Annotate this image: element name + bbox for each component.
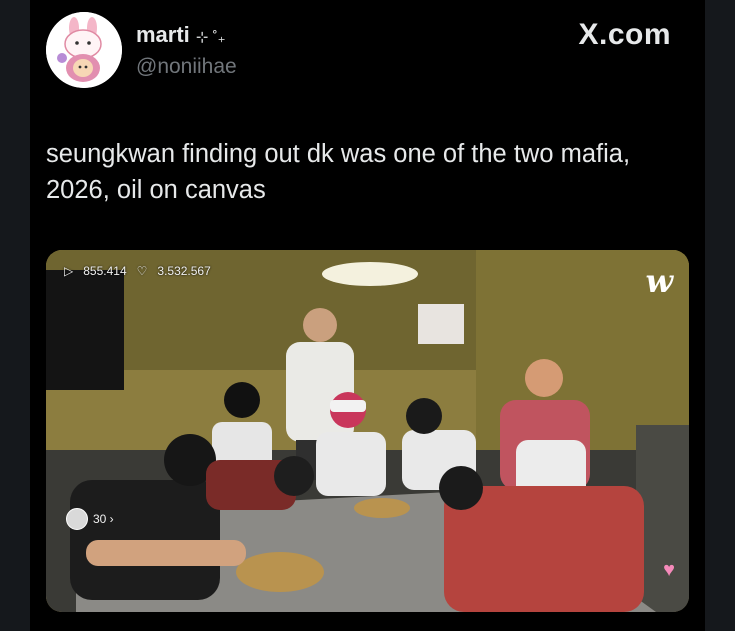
user-handle[interactable]: @noniihae	[136, 55, 237, 79]
heart-outline-icon: ♡	[136, 264, 148, 278]
avatar[interactable]	[46, 12, 122, 88]
name-decoration: ⊹ ˚₊	[195, 29, 226, 46]
viewer-indicator[interactable]: 30 ›	[66, 508, 114, 530]
viewer-avatar	[66, 508, 88, 530]
tweet-text: seungkwan finding out dk was one of the …	[46, 140, 631, 204]
display-name[interactable]: marti ⊹ ˚₊	[136, 22, 226, 48]
weverse-logo: w	[645, 262, 673, 300]
viewer-count: 30 ›	[93, 512, 114, 526]
likes-count: 3.532.567	[157, 264, 211, 278]
media-stats: ▷ 855.414 ♡ 3.532.567	[64, 264, 211, 278]
tweet-card: marti ⊹ ˚₊ @noniihae X.com seungkwan fin…	[30, 0, 705, 631]
heart-icon: ♥	[663, 559, 675, 581]
right-gutter	[705, 0, 735, 631]
photo-scene	[46, 250, 689, 612]
views-count: 855.414	[83, 264, 127, 278]
display-name-text: marti	[136, 22, 190, 47]
tweet-media[interactable]: ▷ 855.414 ♡ 3.532.567 w 30 › ♥	[46, 250, 689, 612]
left-gutter	[0, 0, 30, 631]
site-label: X.com	[578, 18, 671, 51]
play-icon: ▷	[64, 264, 74, 278]
